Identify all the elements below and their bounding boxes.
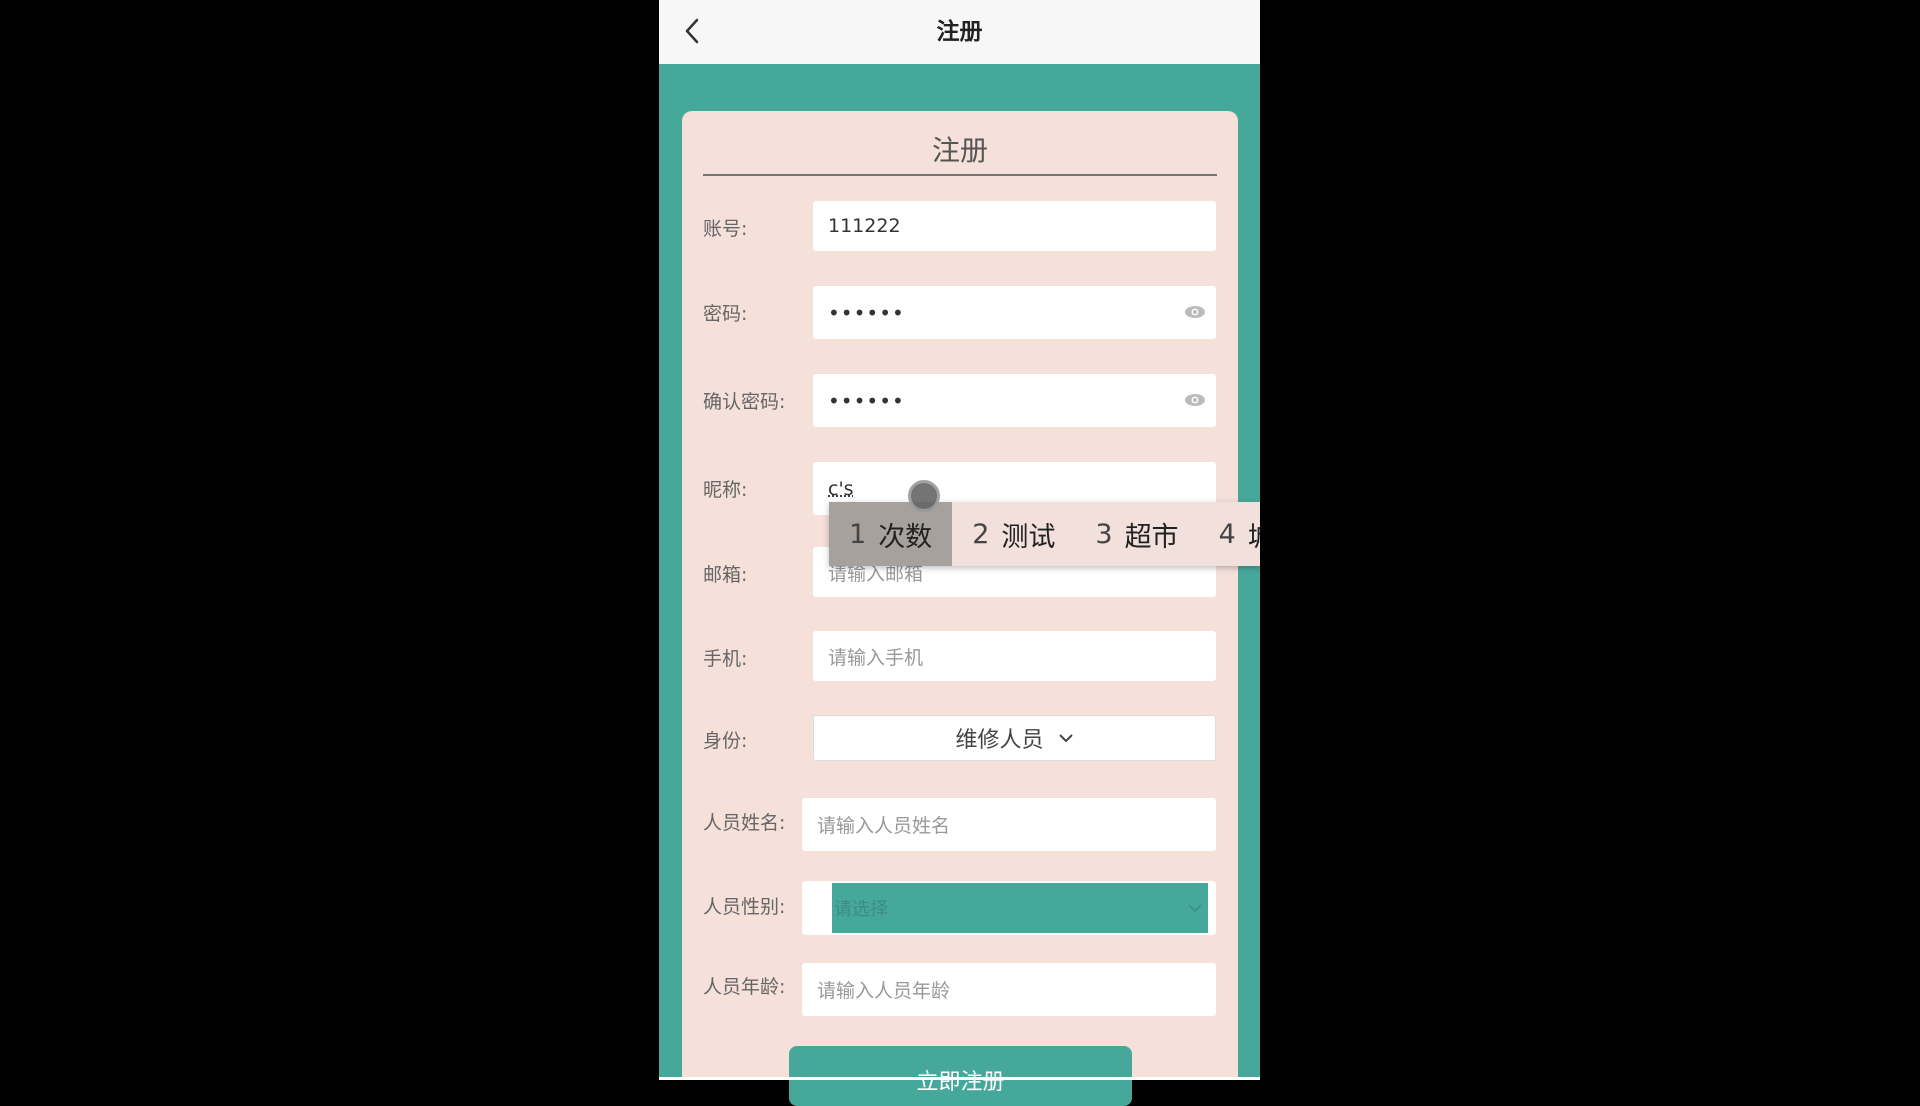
role-row: 身份: 维修人员 <box>682 715 1238 761</box>
eye-icon[interactable] <box>1184 302 1206 324</box>
staff-age-label: 人员年龄: <box>703 976 786 998</box>
staff-name-placeholder: 请输入人员姓名 <box>817 815 951 837</box>
ime-candidate-number: 2 <box>972 518 990 550</box>
ime-candidate-bar: 1 次数 2 测试 3 超市 4 城市 <box>829 502 1260 566</box>
password-input[interactable]: •••••• <box>813 286 1216 339</box>
confirm-password-value: •••••• <box>828 388 905 413</box>
confirm-password-row: 确认密码: •••••• <box>682 374 1238 427</box>
email-label: 邮箱: <box>703 564 748 586</box>
eye-icon[interactable] <box>1184 390 1206 412</box>
staff-name-label: 人员姓名: <box>703 812 786 834</box>
staff-age-row: 人员年龄: 请输入人员年龄 <box>682 963 1238 1016</box>
ime-candidate-text: 次数 <box>878 521 933 553</box>
submit-label: 立即注册 <box>916 1070 1005 1095</box>
ime-candidate[interactable]: 2 测试 <box>952 502 1075 566</box>
account-value: 111222 <box>828 215 901 237</box>
ime-candidate[interactable]: 3 超市 <box>1075 502 1198 566</box>
ime-candidate-number: 1 <box>849 518 867 550</box>
password-row: 密码: •••••• <box>682 286 1238 339</box>
staff-name-input[interactable]: 请输入人员姓名 <box>802 798 1216 851</box>
ime-candidate[interactable]: 1 次数 <box>829 502 953 566</box>
staff-name-row: 人员姓名: 请输入人员姓名 <box>682 798 1238 851</box>
staff-gender-dropdown[interactable]: 请选择 <box>832 883 1208 933</box>
role-value: 维修人员 <box>955 728 1044 753</box>
chevron-down-icon <box>1188 904 1202 912</box>
account-input[interactable]: 111222 <box>813 201 1216 251</box>
ime-candidate-text: 城市 <box>1248 515 1260 554</box>
nav-title: 注册 <box>936 19 983 45</box>
role-label: 身份: <box>703 730 748 752</box>
staff-age-placeholder: 请输入人员年龄 <box>817 980 951 1002</box>
staff-age-input[interactable]: 请输入人员年龄 <box>802 963 1216 1016</box>
touch-cursor-indicator <box>908 480 940 512</box>
staff-gender-select[interactable]: 请选择 <box>802 881 1216 935</box>
nav-bar: 注册 <box>659 0 1260 64</box>
phone-placeholder: 请输入手机 <box>828 646 924 669</box>
staff-gender-placeholder: 请选择 <box>834 899 888 920</box>
ime-candidate-text: 超市 <box>1124 521 1179 553</box>
account-label: 账号: <box>703 218 748 240</box>
nickname-value: c's <box>828 477 854 500</box>
phone-label: 手机: <box>703 648 748 670</box>
staff-gender-label: 人员性别: <box>703 896 786 918</box>
ime-candidate[interactable]: 4 城市 <box>1199 502 1260 566</box>
phone-row: 手机: 请输入手机 <box>682 631 1238 681</box>
ime-candidate-number: 4 <box>1218 518 1236 550</box>
register-submit-button[interactable]: 立即注册 <box>789 1046 1132 1106</box>
password-value: •••••• <box>828 300 905 325</box>
role-select[interactable]: 维修人员 <box>813 715 1216 761</box>
confirm-password-label: 确认密码: <box>703 391 786 413</box>
nickname-label: 昵称: <box>703 479 748 501</box>
title-divider <box>703 174 1217 176</box>
confirm-password-input[interactable]: •••••• <box>813 374 1216 427</box>
phone-input[interactable]: 请输入手机 <box>813 631 1216 681</box>
chevron-down-icon <box>1058 734 1073 743</box>
ime-candidate-text: 测试 <box>1001 521 1056 553</box>
ime-candidate-number: 3 <box>1095 518 1113 550</box>
staff-gender-row: 人员性别: 请选择 <box>682 881 1238 935</box>
card-title: 注册 <box>931 134 988 167</box>
chevron-left-icon <box>685 18 699 44</box>
register-card: 注册 账号: 111222 密码: •••••• 确认密码: •••••• 昵称… <box>682 111 1238 1080</box>
back-button[interactable] <box>677 14 707 48</box>
password-label: 密码: <box>703 303 748 325</box>
account-row: 账号: 111222 <box>682 201 1238 251</box>
